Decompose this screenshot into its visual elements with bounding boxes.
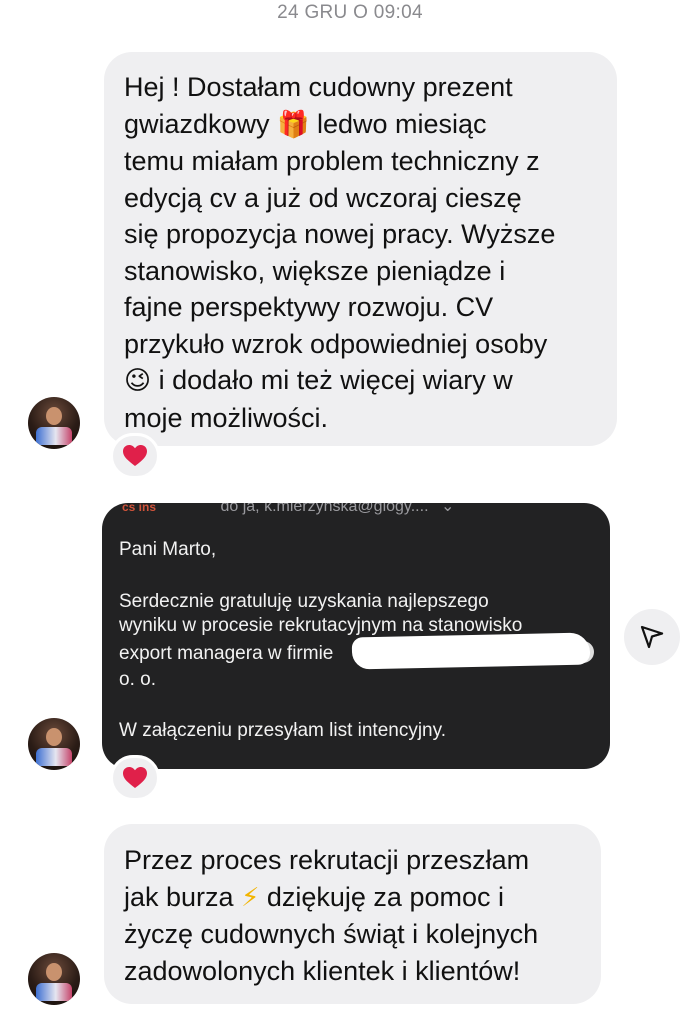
message-line: 😉 i dodało mi też więcej wiary w	[124, 362, 597, 400]
heart-reaction[interactable]	[110, 755, 160, 801]
avatar-shirt	[36, 983, 72, 1001]
message-line: gwiazdkowy 🎁 ledwo miesiąc	[124, 106, 597, 144]
email-body-line: o. o.	[119, 669, 156, 690]
avatar-face	[46, 407, 62, 425]
share-icon	[640, 625, 664, 649]
email-attachment-line: W załączeniu przesyłam list intencyjny.	[119, 720, 446, 741]
message-bubble-3[interactable]: Przez proces rekrutacji przeszłam jak bu…	[104, 824, 601, 1004]
message-line: stanowisko, większe pieniądze i	[124, 255, 506, 286]
share-button[interactable]	[624, 609, 680, 665]
wink-emoji-icon: 😉	[124, 366, 152, 396]
message-line: Hej ! Dostałam cudowny prezent	[124, 72, 513, 102]
email-body-line: Serdecznie gratuluję uzyskania najlepsze…	[119, 591, 489, 612]
message-line: zadowolonych klientek i klientów!	[124, 955, 521, 986]
redaction-scribble-end	[572, 641, 594, 663]
message-text: dziękuję za pomoc i	[266, 881, 504, 912]
heart-reaction[interactable]	[110, 433, 160, 479]
message-text: ledwo miesiąc	[316, 108, 487, 139]
message-line: jak burza ⚡ dziękuję za pomoc i	[124, 879, 581, 917]
avatar-face	[46, 728, 62, 746]
avatar-shirt	[36, 427, 72, 445]
email-recipients: do ja, k.mierzynska@glogy....	[220, 503, 429, 515]
lightning-emoji-icon: ⚡	[241, 882, 260, 913]
message-line: moje możliwości.	[124, 402, 329, 433]
message-text: gwiazdkowy	[124, 108, 270, 139]
heart-icon	[123, 767, 147, 788]
sender-avatar[interactable]	[28, 397, 80, 449]
message-text: jak burza	[124, 881, 234, 912]
email-header: cs ins do ja, k.mierzynska@glogy.... ⌄	[122, 503, 454, 519]
message-line: edycją cv a już od wczoraj cieszę	[124, 182, 522, 213]
chevron-down-icon: ⌄	[440, 503, 455, 515]
message-line: przykuło wzrok odpowiedniej osoby	[124, 328, 548, 359]
message-line: się propozycja nowej pracy. Wyższe	[124, 219, 556, 249]
message-bubble-1[interactable]: Hej ! Dostałam cudowny prezent gwiazdkow…	[104, 52, 617, 446]
email-screenshot-image[interactable]: cs ins do ja, k.mierzynska@glogy.... ⌄ P…	[102, 503, 610, 769]
sender-avatar[interactable]	[28, 953, 80, 1005]
message-text: i dodało mi też więcej wiary w	[158, 365, 513, 395]
email-greeting: Pani Marto,	[119, 539, 217, 560]
gift-emoji-icon: 🎁	[277, 109, 310, 140]
email-body-line: export managera w firmie	[119, 643, 334, 664]
message-line: życzę cudownych świąt i kolejnych	[124, 919, 539, 949]
message-line: temu miałam problem techniczny z	[124, 146, 540, 176]
heart-icon	[123, 445, 147, 466]
avatar-shirt	[36, 748, 72, 766]
email-sender: cs ins	[122, 503, 157, 514]
avatar-face	[46, 963, 62, 981]
redaction-scribble	[351, 632, 591, 670]
message-line: Przez proces rekrutacji przeszłam	[124, 845, 530, 875]
message-timestamp: 24 GRU O 09:04	[277, 2, 423, 23]
message-line: fajne perspektywy rozwoju. CV	[124, 292, 494, 322]
sender-avatar[interactable]	[28, 718, 80, 770]
